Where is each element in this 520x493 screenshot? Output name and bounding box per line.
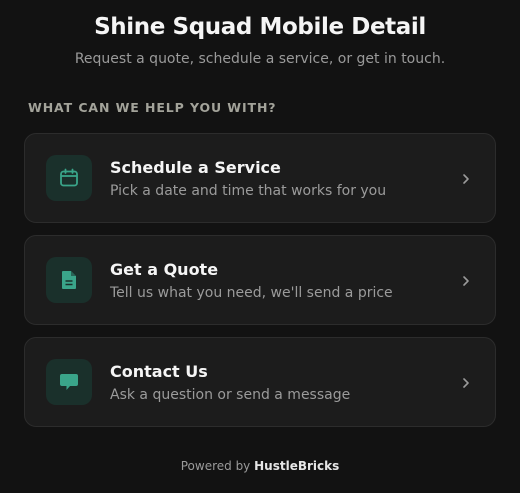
page-title: Shine Squad Mobile Detail <box>94 14 426 40</box>
section-label: WHAT CAN WE HELP YOU WITH? <box>28 100 277 115</box>
card-description: Tell us what you need, we'll send a pric… <box>110 285 393 301</box>
chevron-right-icon <box>463 174 469 184</box>
chevron-right-icon <box>463 378 469 388</box>
contact-us-card[interactable]: Contact Us Ask a question or send a mess… <box>24 337 496 427</box>
card-title: Get a Quote <box>110 260 219 279</box>
page: Shine Squad Mobile Detail Request a quot… <box>0 0 520 493</box>
document-icon <box>46 257 92 303</box>
calendar-icon <box>46 155 92 201</box>
card-description: Pick a date and time that works for you <box>110 183 387 199</box>
footer-prefix: Powered by <box>180 459 251 473</box>
page-subtitle: Request a quote, schedule a service, or … <box>74 51 446 67</box>
card-title: Schedule a Service <box>110 158 281 177</box>
footer: Powered by HustleBricks <box>0 459 520 473</box>
card-title: Contact Us <box>110 362 208 381</box>
chat-bubble-icon <box>46 359 92 405</box>
footer-brand-link[interactable]: HustleBricks <box>254 459 339 473</box>
schedule-service-card[interactable]: Schedule a Service Pick a date and time … <box>24 133 496 223</box>
card-description: Ask a question or send a message <box>110 387 351 403</box>
get-quote-card[interactable]: Get a Quote Tell us what you need, we'll… <box>24 235 496 325</box>
chevron-right-icon <box>463 276 469 286</box>
